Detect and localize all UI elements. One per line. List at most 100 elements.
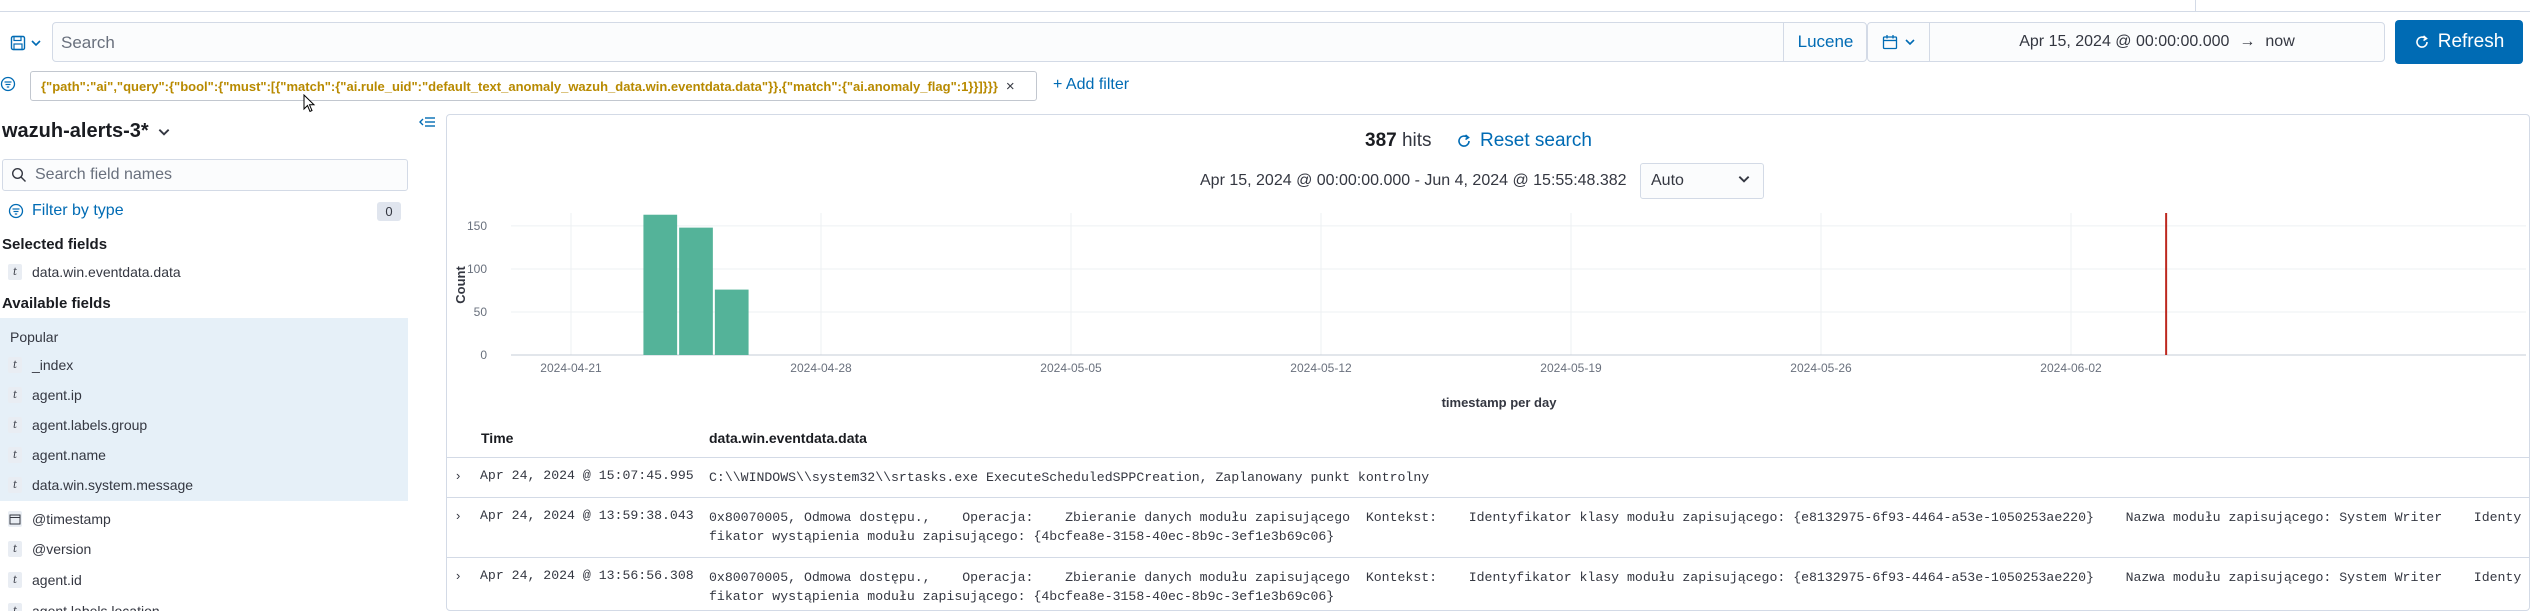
- row-time: Apr 24, 2024 @ 13:59:38.043: [480, 508, 694, 523]
- histogram-bar: [643, 214, 678, 355]
- top-strip-divider: [2195, 0, 2196, 12]
- field-name: agent.labels.location: [32, 603, 160, 611]
- collapse-sidebar-icon[interactable]: [418, 114, 436, 135]
- hits-count: 387: [1365, 130, 1397, 151]
- y-tick-label: 50: [474, 305, 488, 319]
- index-pattern-name: wazuh-alerts-3*: [2, 120, 149, 142]
- field-item[interactable]: t @version: [8, 538, 91, 560]
- date-picker: Apr 15, 2024 @ 00:00:00.000 → now: [1867, 22, 2385, 62]
- field-item[interactable]: t data.win.system.message: [8, 474, 193, 496]
- row-data: C:\\WINDOWS\\system32\\srtasks.exe Execu…: [709, 470, 1430, 485]
- y-tick-label: 150: [467, 219, 487, 233]
- date-end[interactable]: now: [2265, 33, 2294, 51]
- available-fields-title: Available fields: [2, 295, 111, 312]
- date-type-icon: [8, 511, 22, 527]
- field-item[interactable]: t agent.ip: [8, 384, 82, 406]
- filter-by-type-button[interactable]: Filter by type: [8, 202, 124, 220]
- x-tick-label: 2024-05-12: [1290, 361, 1352, 375]
- expand-row-icon[interactable]: ›: [456, 568, 460, 583]
- query-search-box: [52, 22, 1867, 62]
- chart-bars: [643, 213, 2168, 355]
- field-item[interactable]: t agent.labels.location: [8, 600, 160, 611]
- chevron-down-icon: [1904, 39, 1915, 46]
- hits-label: hits: [1401, 130, 1432, 151]
- string-type-icon: t: [8, 264, 22, 280]
- field-name: agent.ip: [32, 387, 82, 403]
- y-tick-label: 100: [467, 262, 487, 276]
- x-tick-label: 2024-04-28: [790, 361, 852, 375]
- quick-menu-button[interactable]: [1868, 23, 1930, 61]
- save-icon: [10, 35, 26, 51]
- reset-search-button[interactable]: Reset search: [1456, 130, 1592, 152]
- string-type-icon: t: [8, 477, 22, 493]
- y-tick-label: 0: [480, 348, 487, 362]
- string-type-icon: t: [8, 387, 22, 403]
- popular-title: Popular: [10, 329, 59, 345]
- histogram-bar: [714, 289, 749, 355]
- row-data: 0x80070005, Odmowa dostępu., Operacja: Z…: [709, 510, 2522, 544]
- query-language-toggle[interactable]: Lucene: [1783, 22, 1867, 62]
- filter-options-icon[interactable]: [0, 76, 20, 96]
- filter-pill-text[interactable]: {"path":"ai","query":{"bool":{"must":[{"…: [41, 79, 998, 94]
- table-row[interactable]: › Apr 24, 2024 @ 13:59:38.043 0x80070005…: [446, 498, 2530, 558]
- expand-row-icon[interactable]: ›: [456, 468, 460, 483]
- mouse-cursor-icon: [303, 94, 316, 113]
- field-name: agent.labels.group: [32, 417, 148, 433]
- search-input[interactable]: [61, 29, 1761, 57]
- field-item[interactable]: t data.win.eventdata.data: [8, 261, 181, 283]
- date-start[interactable]: Apr 15, 2024 @ 00:00:00.000: [2019, 33, 2229, 51]
- field-name: data.win.eventdata.data: [32, 264, 181, 280]
- y-axis-label: Count: [453, 266, 468, 304]
- field-item[interactable]: t _index: [8, 354, 73, 376]
- table-row[interactable]: › Apr 24, 2024 @ 15:07:45.995 C:\\WINDOW…: [446, 458, 2530, 498]
- field-name: agent.id: [32, 572, 82, 588]
- index-pattern-selector[interactable]: wazuh-alerts-3*: [2, 120, 171, 143]
- field-search-input[interactable]: [35, 164, 395, 186]
- filter-pill[interactable]: {"path":"ai","query":{"bool":{"must":[{"…: [30, 71, 1037, 101]
- histogram-chart: 0 50 100 150 2024-04-21 2024-04-28 2024-05-05 2…: [453, 213, 2526, 410]
- field-item[interactable]: @timestamp: [8, 508, 111, 530]
- field-name: @version: [32, 541, 92, 557]
- column-header-data[interactable]: data.win.eventdata.data: [709, 430, 867, 446]
- top-strip: [0, 0, 2530, 12]
- field-name: agent.name: [32, 447, 106, 463]
- filter-icon: [8, 203, 24, 219]
- filter-by-type-label: Filter by type: [32, 202, 124, 219]
- string-type-icon: t: [8, 417, 22, 433]
- arrow-right-icon: →: [2239, 33, 2256, 50]
- x-axis-label: timestamp per day: [1442, 395, 1558, 410]
- x-tick-label: 2024-06-02: [2040, 361, 2102, 375]
- x-tick-label: 2024-04-21: [540, 361, 602, 375]
- interval-select[interactable]: Auto: [1640, 163, 1764, 199]
- refresh-label: Refresh: [2437, 31, 2505, 52]
- column-header-time[interactable]: Time: [481, 430, 513, 446]
- string-type-icon: t: [8, 447, 22, 463]
- time-range-text: Apr 15, 2024 @ 00:00:00.000 - Jun 4, 202…: [1200, 172, 1627, 189]
- saved-query-button[interactable]: [4, 26, 48, 60]
- x-tick-label: 2024-05-05: [1040, 361, 1102, 375]
- chevron-down-icon: [1738, 176, 1750, 183]
- x-tick-label: 2024-05-26: [1790, 361, 1852, 375]
- expand-row-icon[interactable]: ›: [456, 508, 460, 523]
- string-type-icon: t: [8, 572, 22, 588]
- refresh-button[interactable]: Refresh: [2395, 20, 2523, 64]
- table-row[interactable]: › Apr 24, 2024 @ 13:56:56.308 0x80070005…: [446, 558, 2530, 611]
- date-range-display[interactable]: Apr 15, 2024 @ 00:00:00.000 → now: [1930, 23, 2384, 61]
- refresh-icon: [1458, 134, 1470, 147]
- reset-search-label: Reset search: [1480, 130, 1592, 151]
- refresh-icon: [2415, 35, 2428, 48]
- add-filter-button[interactable]: + Add filter: [1053, 76, 1129, 94]
- string-type-icon: t: [8, 357, 22, 373]
- field-item[interactable]: t agent.id: [8, 569, 82, 591]
- histogram-bar: [679, 227, 713, 355]
- calendar-icon: [1882, 35, 1897, 50]
- close-icon[interactable]: ×: [1006, 78, 1015, 95]
- field-item[interactable]: t agent.labels.group: [8, 414, 147, 436]
- field-item[interactable]: t agent.name: [8, 444, 106, 466]
- x-tick-label: 2024-05-19: [1540, 361, 1602, 375]
- selected-fields-title: Selected fields: [2, 236, 108, 253]
- field-name: data.win.system.message: [32, 477, 194, 493]
- field-name: _index: [32, 357, 74, 373]
- string-type-icon: t: [8, 603, 22, 611]
- row-time: Apr 24, 2024 @ 15:07:45.995: [480, 468, 694, 483]
